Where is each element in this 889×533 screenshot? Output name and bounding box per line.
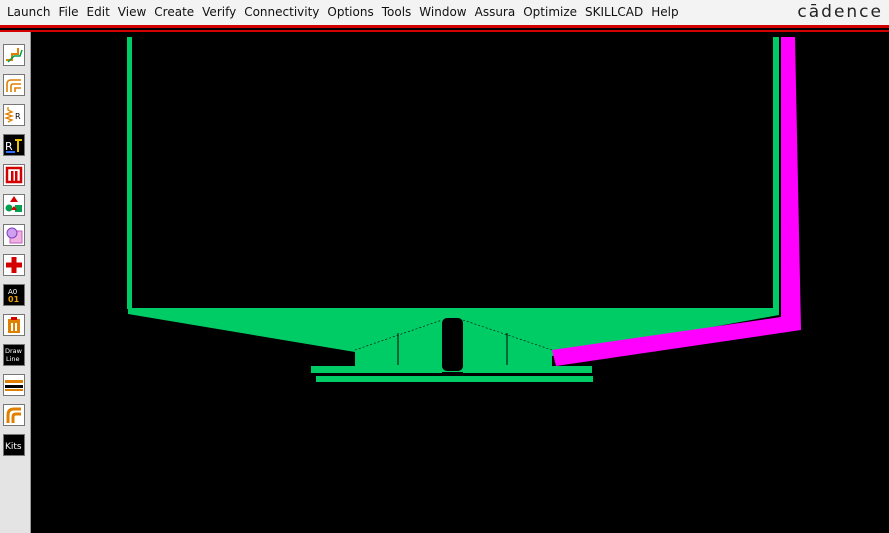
menu-create[interactable]: Create [154,0,194,25]
svg-text:R: R [15,112,21,121]
a01-icon[interactable]: A0 01 [3,284,25,306]
menu-view[interactable]: View [118,0,146,25]
menu-skillcad[interactable]: SKILLCAD [585,0,643,25]
via-icon[interactable] [3,224,25,246]
svg-text:Kits: Kits [5,442,22,452]
menu-help[interactable]: Help [651,0,678,25]
svg-text:01: 01 [8,295,20,304]
menu-verify[interactable]: Verify [202,0,236,25]
menu-divider [0,25,889,28]
menu-edit[interactable]: Edit [87,0,110,25]
menu-assura[interactable]: Assura [475,0,516,25]
center-slot-gap [442,372,463,376]
layout-canvas[interactable] [31,32,889,533]
guard-ring-icon[interactable] [3,164,25,186]
menu-tools[interactable]: Tools [382,0,412,25]
pad-icon[interactable] [3,314,25,336]
canvas-background [31,32,889,533]
kits-icon[interactable]: Kits [3,434,25,456]
fill-pattern-icon[interactable] [3,374,25,396]
svg-text:Draw: Draw [5,347,23,355]
left-metal-wire[interactable] [127,37,132,309]
cadence-logo: cādence [797,2,883,22]
menu-options[interactable]: Options [327,0,373,25]
menu-file[interactable]: File [58,0,78,25]
rt-icon[interactable]: R [3,134,25,156]
devices-icon[interactable] [3,194,25,216]
draw-line-icon[interactable]: Draw Line [3,344,25,366]
center-slot [442,318,463,371]
menu-launch[interactable]: Launch [7,0,50,25]
bus-route-icon[interactable] [3,74,25,96]
bottom-rail-bottom[interactable] [316,376,593,382]
right-metal-wire[interactable] [773,37,779,315]
menu-connectivity[interactable]: Connectivity [244,0,319,25]
resistor-icon[interactable]: R [3,104,25,126]
bend-wire-icon[interactable] [3,404,25,426]
add-icon[interactable] [3,254,25,276]
route-wire-icon[interactable] [3,44,25,66]
menu-bar: Launch File Edit View Create Verify Conn… [0,0,889,25]
menu-optimize[interactable]: Optimize [523,0,577,25]
menu-window[interactable]: Window [419,0,466,25]
left-toolbar: R R A0 01 Draw Line Kits [0,32,31,533]
svg-text:Line: Line [6,355,20,363]
